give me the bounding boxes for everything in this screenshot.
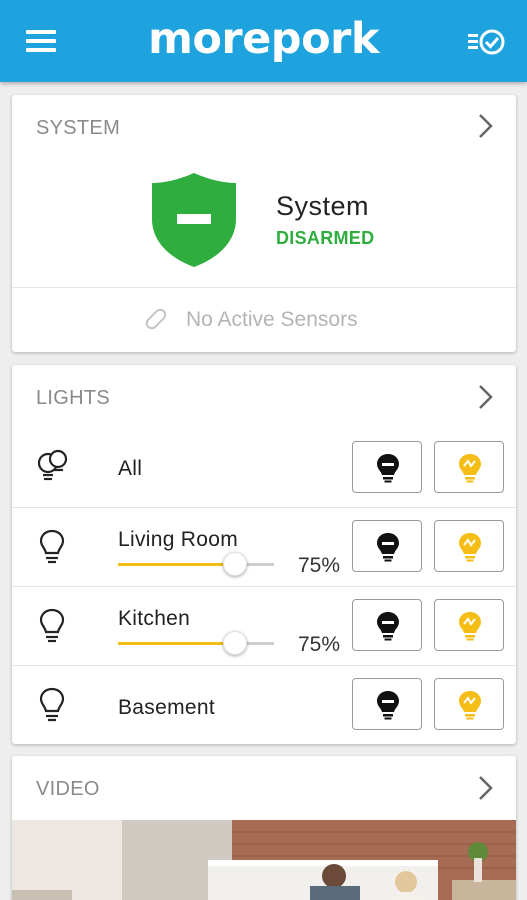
light-label: Living Room: [118, 528, 239, 551]
system-card: SYSTEM System DISARMED No Active Sensors: [12, 95, 516, 352]
light-off-button[interactable]: [352, 520, 422, 572]
bulb-off-icon: [377, 612, 399, 641]
light-off-button[interactable]: [352, 441, 422, 493]
dimmer-level-text: 75%: [298, 633, 341, 656]
light-on-button[interactable]: [434, 678, 504, 730]
app-logo: morepork: [148, 14, 379, 64]
light-row-basement: Basement: [12, 666, 516, 744]
light-on-button[interactable]: [434, 441, 504, 493]
bulb-on-icon: [459, 454, 481, 483]
bulb-off-icon: [377, 533, 399, 562]
light-row-all: All: [12, 429, 516, 508]
system-chevron-right-icon[interactable]: [476, 111, 496, 141]
light-off-button[interactable]: [352, 599, 422, 651]
light-label: All: [118, 457, 143, 480]
bulb-outline-icon: [39, 608, 65, 643]
no-active-sensors-text: No Active Sensors: [186, 308, 358, 331]
system-section-title: SYSTEM: [36, 117, 121, 139]
video-chevron-right-icon[interactable]: [476, 773, 496, 803]
bulb-outline-icon: [39, 529, 65, 564]
lights-section-title: LIGHTS: [36, 387, 111, 409]
light-off-button[interactable]: [352, 678, 422, 730]
bulb-on-icon: [459, 533, 481, 562]
slider-knob[interactable]: [223, 552, 247, 576]
video-card: VIDEO: [12, 756, 516, 900]
bulb-on-icon: [459, 691, 481, 720]
bulbs-group-icon: [37, 449, 68, 481]
light-label: Basement: [118, 696, 215, 719]
lights-chevron-right-icon[interactable]: [476, 382, 496, 412]
living-room-dimmer-slider[interactable]: [118, 552, 274, 576]
bulb-outline-icon: [39, 687, 65, 722]
checklist-icon[interactable]: [468, 26, 506, 58]
lights-card: LIGHTS All Living Room 75% Kitchen 75% B…: [12, 365, 516, 744]
sensor-icon: [145, 308, 167, 330]
light-label: Kitchen: [118, 607, 191, 630]
light-on-button[interactable]: [434, 599, 504, 651]
app-bar: morepork: [0, 0, 527, 82]
camera-feed-thumbnail[interactable]: [12, 820, 516, 900]
bulb-off-icon: [377, 454, 399, 483]
divider: [12, 287, 516, 288]
shield-icon: [152, 173, 236, 267]
bulb-off-icon: [377, 691, 399, 720]
slider-knob[interactable]: [223, 631, 247, 655]
light-row-living-room: Living Room 75%: [12, 508, 516, 587]
kitchen-dimmer-slider[interactable]: [118, 631, 274, 655]
bulb-on-icon: [459, 612, 481, 641]
system-status: DISARMED: [276, 228, 375, 248]
system-name: System: [276, 191, 370, 221]
light-on-button[interactable]: [434, 520, 504, 572]
light-row-kitchen: Kitchen 75%: [12, 587, 516, 666]
video-section-title: VIDEO: [36, 778, 100, 800]
dimmer-level-text: 75%: [298, 554, 341, 577]
